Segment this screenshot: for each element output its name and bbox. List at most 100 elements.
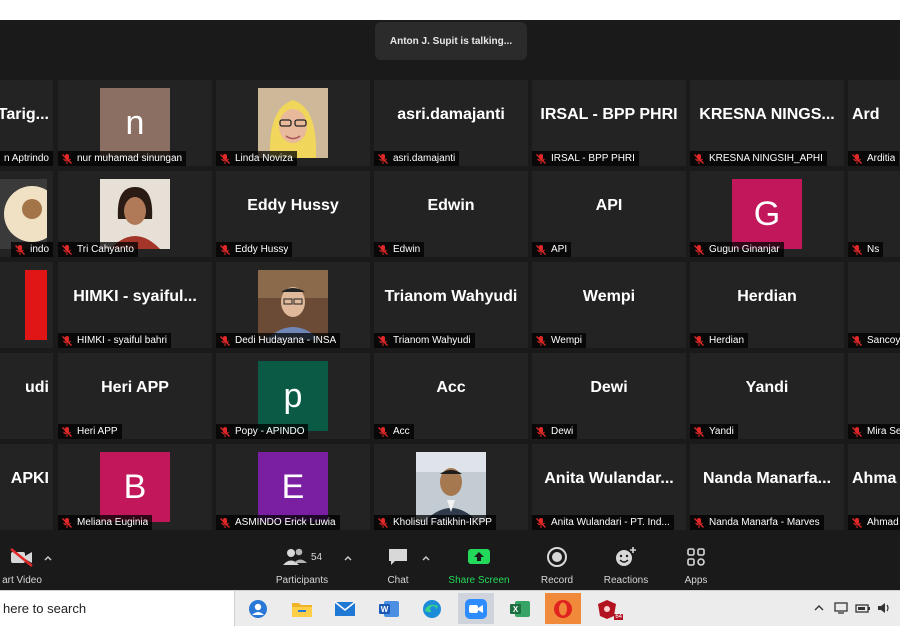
volume-icon[interactable]	[875, 600, 893, 616]
taskbar-opera[interactable]	[545, 593, 581, 624]
participant-tile[interactable]: Kholisul Fatikhin-IKPP	[374, 444, 528, 530]
participant-name-label: Nanda Manarfa - Marves	[690, 515, 824, 530]
participant-tile[interactable]: E ASMINDO Erick Luwia	[216, 444, 370, 530]
participant-tile[interactable]: Herdian Herdian	[690, 262, 844, 348]
participant-tile[interactable]: Ard Arditia	[848, 80, 900, 166]
participant-name-label: Acc	[374, 424, 414, 439]
participants-button[interactable]: 54 Participants	[262, 546, 342, 586]
video-options-chevron-icon[interactable]	[43, 554, 53, 562]
muted-mic-icon	[536, 517, 546, 528]
participant-name: Gugun Ginanjar	[709, 244, 780, 255]
taskbar-file-explorer[interactable]	[284, 593, 320, 624]
share-screen-button[interactable]: Share Screen	[439, 546, 519, 586]
taskbar-excel[interactable]: X	[502, 593, 538, 624]
participant-tile[interactable]: HIMKI - syaiful... HIMKI - syaiful bahri	[58, 262, 212, 348]
taskbar-people-app[interactable]	[240, 593, 276, 624]
muted-mic-icon	[378, 153, 388, 164]
start-video-label: art Video	[2, 575, 42, 586]
participant-tile[interactable]: IRSAL - BPP PHRI IRSAL - BPP PHRI	[532, 80, 686, 166]
participant-tile[interactable]	[0, 262, 53, 348]
participant-tile[interactable]: G Gugun Ginanjar	[690, 171, 844, 257]
participant-display-name: Anita Wulandar...	[544, 470, 674, 487]
participant-tile[interactable]: KRESNA NINGS... KRESNA NINGSIH_APHI	[690, 80, 844, 166]
taskbar-zoom[interactable]	[458, 593, 494, 624]
participant-name: Arditia	[867, 153, 896, 164]
participant-video-thumbnail	[0, 270, 47, 340]
participant-tile[interactable]: Tarig... n Aptrindo	[0, 80, 53, 166]
participant-name-label: Trianom Wahyudi	[374, 333, 475, 348]
participant-display-name: Yandi	[745, 379, 789, 396]
participant-tile[interactable]: Heri APP Heri APP	[58, 353, 212, 439]
participant-name-label: Tri Cahyanto	[58, 242, 138, 257]
participant-tile[interactable]: Dedi Hudayana - INSA	[216, 262, 370, 348]
taskbar-search-box[interactable]: here to search	[0, 591, 235, 626]
participant-tile[interactable]: Acc Acc	[374, 353, 528, 439]
word-icon: W	[379, 600, 399, 617]
participant-video-thumbnail	[416, 452, 486, 522]
taskbar-mail[interactable]	[327, 593, 363, 624]
participant-display-name: IRSAL - BPP PHRI	[540, 106, 678, 123]
muted-mic-icon	[852, 244, 862, 255]
battery-icon[interactable]	[854, 600, 872, 616]
participant-tile[interactable]: Dewi Dewi	[532, 353, 686, 439]
muted-mic-icon	[220, 517, 230, 528]
tray-overflow-chevron-icon[interactable]	[812, 600, 826, 616]
participant-name-label: Anita Wulandari - PT. Ind...	[532, 515, 674, 530]
participant-tile[interactable]: Yandi Yandi	[690, 353, 844, 439]
participant-tile[interactable]: Anita Wulandar... Anita Wulandari - PT. I…	[532, 444, 686, 530]
reactions-button[interactable]: Reactions	[586, 546, 666, 586]
taskbar-edge[interactable]	[414, 593, 450, 624]
participant-tile[interactable]: API API	[532, 171, 686, 257]
participants-count: 54	[310, 551, 323, 563]
participant-tile[interactable]: Trianom Wahyudi Trianom Wahyudi	[374, 262, 528, 348]
participant-tile[interactable]: Tri Cahyanto	[58, 171, 212, 257]
participant-tile[interactable]: APKI	[0, 444, 53, 530]
participant-name-label: HIMKI - syaiful bahri	[58, 333, 172, 348]
muted-mic-icon	[62, 517, 72, 528]
muted-mic-icon	[536, 426, 546, 437]
chat-button[interactable]: Chat	[358, 546, 438, 586]
participant-tile[interactable]: Ns	[848, 171, 900, 257]
participant-name-label: Ahmad	[848, 515, 900, 530]
meeting-toolbar: art Video 54 Participants Chat Share Scr…	[0, 542, 900, 590]
svg-text:W: W	[381, 605, 389, 614]
record-button[interactable]: Record	[517, 546, 597, 586]
participant-tile[interactable]: Mira Se	[848, 353, 900, 439]
taskbar-game[interactable]: 64	[589, 593, 625, 624]
apps-button[interactable]: Apps	[656, 546, 736, 586]
participant-tile[interactable]: Edwin Edwin	[374, 171, 528, 257]
svg-text:X: X	[513, 605, 519, 614]
participant-tile[interactable]: Wempi Wempi	[532, 262, 686, 348]
participant-name: Dedi Hudayana - INSA	[235, 335, 337, 346]
participant-name-label: Dedi Hudayana - INSA	[216, 333, 341, 348]
participant-display-name: HIMKI - syaiful...	[73, 288, 197, 305]
participant-name-label: asri.damajanti	[374, 151, 460, 166]
participant-tile[interactable]: Nanda Manarfa... Nanda Manarfa - Marves	[690, 444, 844, 530]
participant-tile[interactable]: n nur muhamad sinungan	[58, 80, 212, 166]
start-video-button[interactable]: art Video	[0, 546, 62, 586]
participant-tile[interactable]: Ahma Ahmad	[848, 444, 900, 530]
participant-tile[interactable]: asri.damajanti asri.damajanti	[374, 80, 528, 166]
excel-icon: X	[510, 600, 530, 617]
chat-options-chevron-icon[interactable]	[421, 554, 431, 562]
taskbar-word[interactable]: W	[371, 593, 407, 624]
network-icon[interactable]	[833, 600, 851, 616]
participant-display-name: Wempi	[582, 288, 636, 305]
participant-name: nur muhamad sinungan	[77, 153, 183, 164]
participant-tile[interactable]: B Meliana Euginia	[58, 444, 212, 530]
participant-tile[interactable]: p Popy - APINDO	[216, 353, 370, 439]
game-badge: 64	[614, 614, 623, 620]
participant-tile[interactable]: indo	[0, 171, 53, 257]
participant-tile[interactable]: Linda Noviza	[216, 80, 370, 166]
participant-video-thumbnail	[258, 270, 328, 340]
search-placeholder: here to search	[3, 601, 87, 616]
participant-display-name: Tarig...	[0, 106, 49, 123]
participant-tile[interactable]: Sancoy	[848, 262, 900, 348]
participant-tile[interactable]: Eddy Hussy Eddy Hussy	[216, 171, 370, 257]
participant-tile[interactable]: udi	[0, 353, 53, 439]
participant-name: Meliana Euginia	[77, 517, 149, 528]
participants-options-chevron-icon[interactable]	[343, 554, 353, 562]
participant-name: Wempi	[551, 335, 582, 346]
participant-name: Popy - APINDO	[235, 426, 305, 437]
talking-indicator: Anton J. Supit is talking...	[375, 22, 527, 60]
